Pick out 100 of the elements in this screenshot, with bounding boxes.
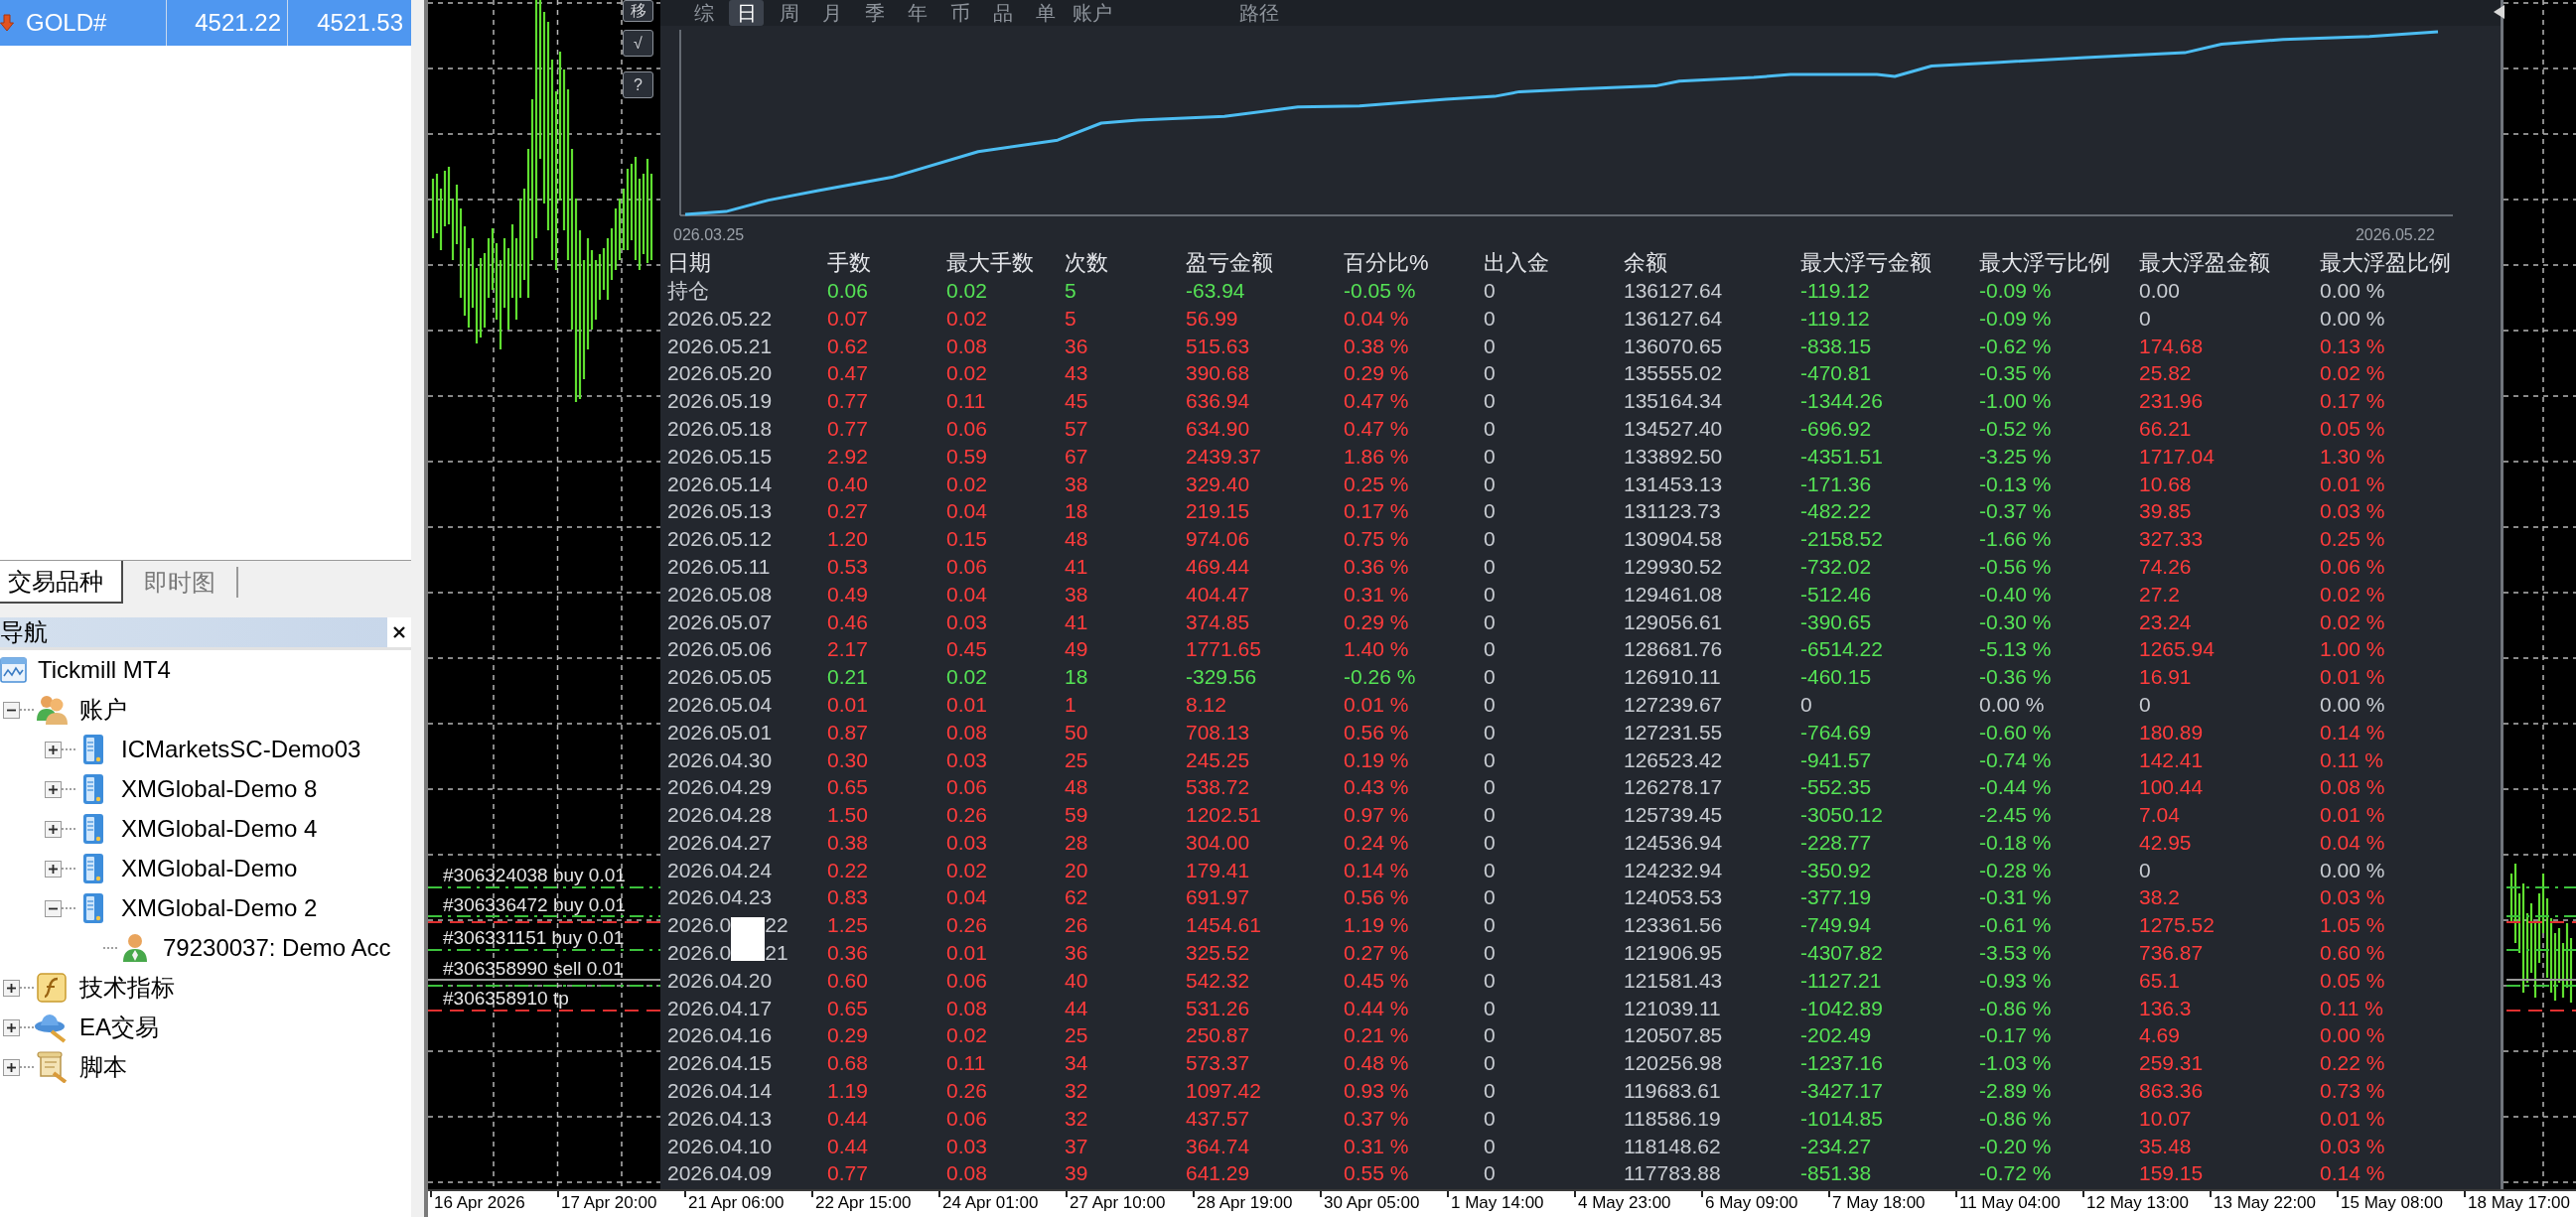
table-cell-text: 0.04 % [1344,305,1410,332]
report-tab[interactable]: 单 [1028,0,1063,26]
table-cell-text: 0.77 [827,1160,869,1187]
table-cell-text: 1771.65 [1186,636,1262,663]
panel-button[interactable]: 移 [623,0,653,22]
panel-button[interactable]: √ [623,30,653,57]
table-cell-text: 469.44 [1186,553,1251,580]
table-cell-text: 120507.85 [1624,1022,1724,1049]
table-cell-text: 0 [1484,636,1497,663]
tree-item[interactable]: ICMarketsSC-Demo03 [121,732,361,767]
expand-icon[interactable] [3,979,20,997]
table-cell-text: 0 [1800,691,1813,718]
table-cell-text: 0.27 % [1344,940,1410,967]
ask-price: 4521.53 [317,8,403,38]
expand-icon[interactable] [45,860,62,878]
tree-item[interactable]: 技术指标 [79,970,175,1006]
table-cell-text: 0.45 % [1344,967,1410,994]
report-tab[interactable]: 季 [857,0,892,26]
table-cell-text: 219.15 [1186,498,1251,525]
table-cell-text: 1.25 [827,912,869,939]
collapse-icon[interactable] [45,899,62,917]
expand-icon[interactable] [3,1018,20,1036]
tree-item[interactable]: 79230037: Demo Acc [163,930,391,966]
table-cell-text: -3.53 % [1979,940,2053,967]
tab[interactable]: 交易品种 [0,561,123,604]
table-cell-text: 0.24 % [1344,829,1410,856]
table-cell-text: 2026.05.06 [667,636,774,663]
function-tile-icon [37,973,67,1003]
tree-item[interactable]: 脚本 [79,1049,127,1085]
table-cell-text: 0.08 [946,995,988,1021]
table-cell-text: 0.01 [946,940,988,967]
expand-icon[interactable] [45,780,62,798]
table-cell-text: 0 [1484,664,1497,691]
table-cell-text: 1.40 % [1344,636,1410,663]
report-tab[interactable]: 月 [814,0,849,26]
table-cell-text: -63.94 [1186,277,1246,304]
table-cell-text: 2026.04.09 [667,1160,774,1187]
report-tab[interactable]: 账户 [1071,0,1114,26]
report-tab[interactable]: 日 [729,0,764,26]
table-cell-text: 327.33 [2139,526,2205,553]
report-tab[interactable]: 路径 [1237,0,1281,26]
expand-icon[interactable] [45,741,62,758]
table-cell-text: 124053.53 [1624,884,1724,911]
report-tab[interactable]: 年 [900,0,934,26]
table-cell-text: 0.93 % [1344,1078,1410,1105]
table-cell-text: 0.56 % [1344,719,1410,745]
table-cell-text: 18 [1065,498,1089,525]
table-cell-text: 0 [1484,1078,1497,1105]
tree-item[interactable]: XMGlobal-Demo [121,851,298,886]
table-cell-text: -4351.51 [1800,443,1884,470]
table-cell-text: 390.68 [1186,360,1251,387]
table-cell-text: -470.81 [1800,360,1873,387]
report-tab[interactable]: 综 [686,0,721,26]
axis-date-label: 026.03.25 [673,225,745,245]
table-cell-text: 0 [1484,526,1497,553]
table-cell-text: 0 [2139,305,2152,332]
order-line [2505,921,2576,923]
tree-item[interactable]: XMGlobal-Demo 4 [121,811,318,847]
table-cell-text: -696.92 [1800,415,1873,442]
table-cell-text: 0.08 [946,333,988,359]
table-cell-text: 27.2 [2139,581,2181,608]
table-cell-text: 持仓 [667,277,710,304]
tab[interactable]: 即时图 [123,567,238,598]
table-cell-text: 0.03 [946,746,988,773]
table-cell-text: 0.19 % [1344,746,1410,773]
table-cell-text: 136070.65 [1624,333,1724,359]
tree-item[interactable]: EA交易 [79,1010,159,1045]
tree-item[interactable]: 账户 [79,692,127,728]
table-cell-text: -0.37 % [1979,498,2053,525]
report-tab[interactable]: 币 [942,0,977,26]
table-cell-text: 0.43 % [1344,774,1410,801]
tree-item[interactable]: XMGlobal-Demo 2 [121,890,318,926]
table-cell-text: -1.66 % [1979,526,2053,553]
table-cell-text: 25.82 [2139,360,2193,387]
report-tab[interactable]: 周 [772,0,806,26]
table-cell-text: 0 [1484,829,1497,856]
table-cell-text: 0.25 % [1344,471,1410,497]
expand-icon[interactable] [45,820,62,838]
tree-item[interactable]: XMGlobal-Demo 8 [121,771,318,807]
table-cell-text: 0 [1484,1133,1497,1159]
table-cell-text: 0 [1484,498,1497,525]
report-tab[interactable]: 品 [985,0,1020,26]
shift-marker-icon [2494,5,2504,19]
table-cell-text: 10.07 [2139,1105,2193,1132]
panel-button[interactable]: ? [623,71,653,98]
window-splitter[interactable] [411,0,428,1217]
order-label: #306358990 sell 0.01 [443,959,624,979]
expand-icon[interactable] [3,1058,20,1076]
table-cell-text: 0 [1484,719,1497,745]
table-cell-text: 325.52 [1186,940,1251,967]
table-cell-text: -6514.22 [1800,636,1884,663]
collapse-icon[interactable] [3,701,20,719]
table-cell-text: 0 [1484,388,1497,415]
table-cell-text: -851.38 [1800,1160,1873,1187]
tree-item[interactable]: Tickmill MT4 [38,652,171,688]
table-cell-text: 57 [1065,415,1089,442]
table-cell-text: 0.03 % [2320,884,2386,911]
table-cell-text: 2026.05.14 [667,471,774,497]
table-cell-text: 124232.94 [1624,857,1724,883]
table-cell-text: -0.31 % [1979,884,2053,911]
